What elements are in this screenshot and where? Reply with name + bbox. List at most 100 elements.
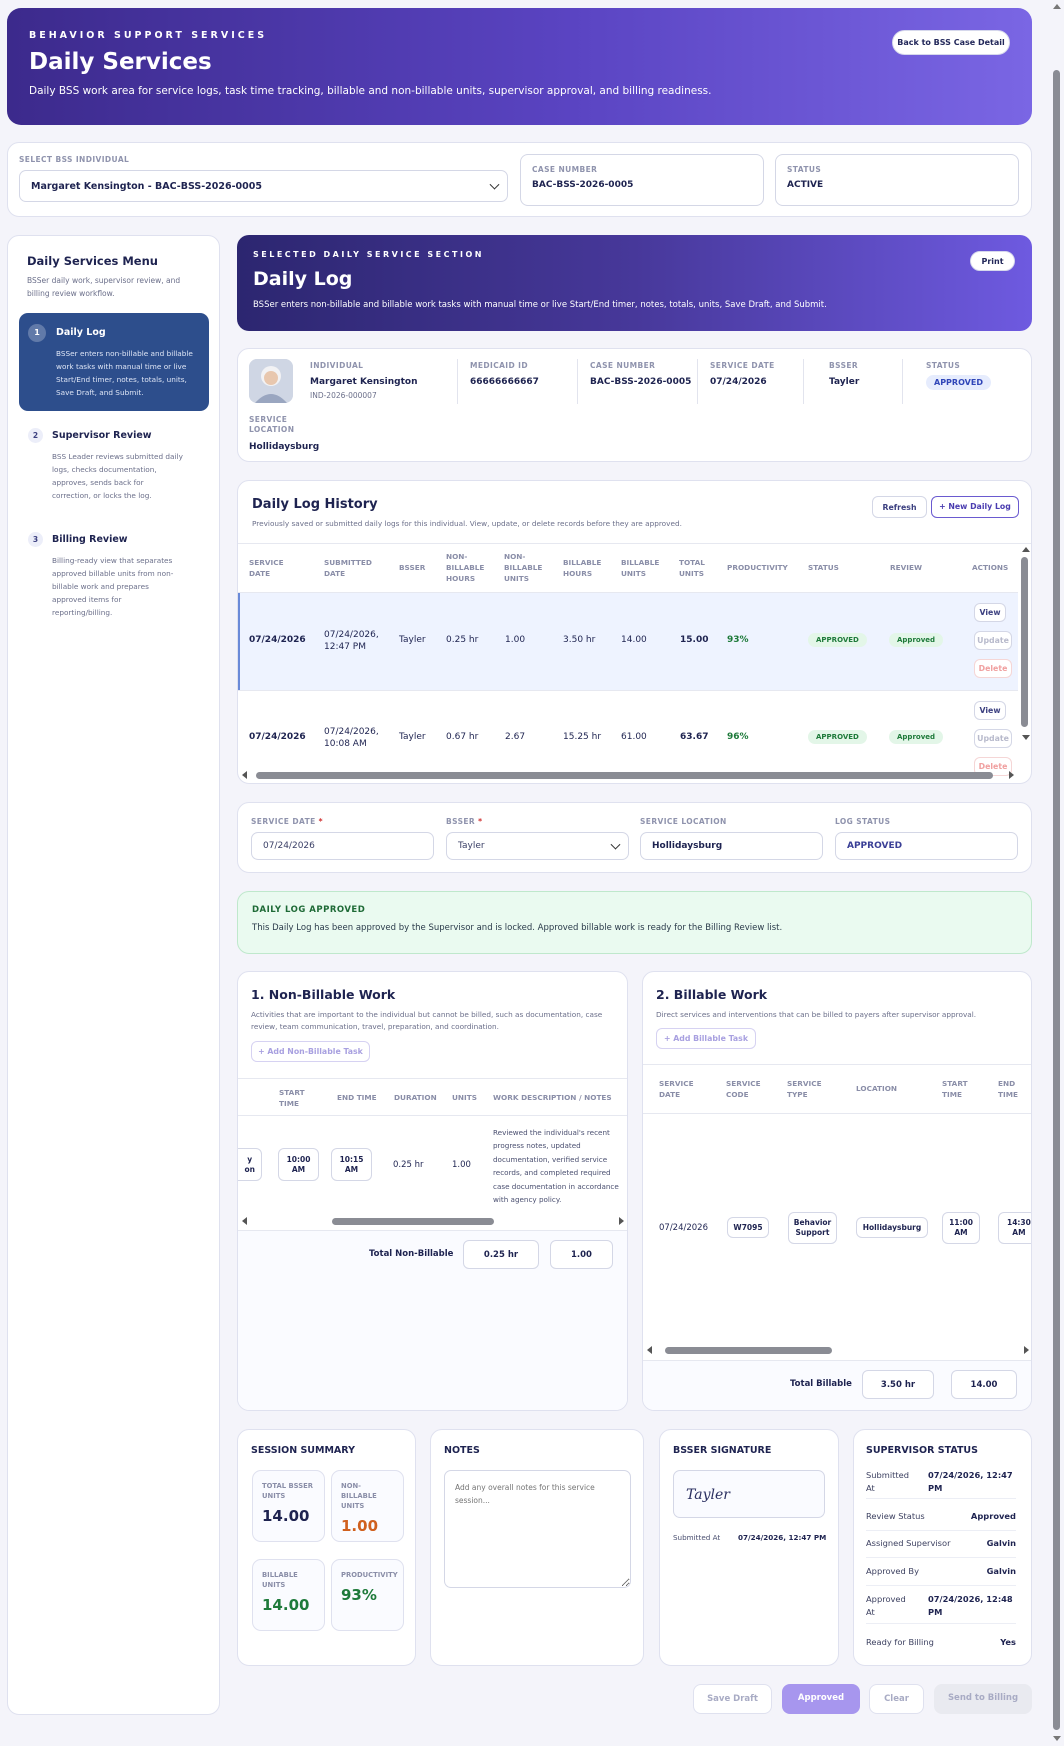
non-billable-horizontal-scrollbar[interactable] — [240, 1215, 626, 1227]
menu-item-billing-review[interactable]: 3 Billing Review Billing-ready view that… — [18, 532, 188, 617]
daily-services-menu: Daily Services Menu BSSer daily work, su… — [7, 235, 220, 1715]
col-duration: DURATION — [394, 1093, 437, 1102]
col-notes: WORK DESCRIPTION / NOTES — [493, 1093, 612, 1102]
start-time-chip[interactable]: 11:00 AM — [942, 1212, 980, 1244]
service-date-label: SERVICE DATE * — [251, 817, 323, 826]
refresh-button[interactable]: Refresh — [872, 496, 927, 518]
col-review: REVIEW — [890, 563, 922, 572]
add-non-billable-button[interactable]: + Add Non-Billable Task — [251, 1041, 370, 1062]
supervisor-row-approved-at: Approved At 07/24/2026, 12:48 PM — [866, 1593, 1016, 1624]
status-box: STATUS ACTIVE — [775, 154, 1019, 206]
divider — [902, 359, 903, 404]
individual-select[interactable]: Margaret Kensington - BAC-BSS-2026-0005 — [19, 170, 508, 202]
back-to-case-button[interactable]: Back to BSS Case Detail — [892, 30, 1010, 55]
row-submitted: 07/24/2026, 10:08 AM — [324, 727, 379, 749]
productivity-value: 93% — [341, 1586, 377, 1604]
case-field: CASE NUMBER BAC-BSS-2026-0005 — [590, 361, 691, 387]
save-draft-button[interactable]: Save Draft — [693, 1684, 772, 1714]
history-vertical-scrollbar[interactable] — [1019, 547, 1030, 741]
location-chip[interactable]: Hollidaysburg — [856, 1217, 928, 1238]
case-value: BAC-BSS-2026-0005 — [590, 377, 692, 387]
menu-item-desc: Billing-ready view that separates approv… — [52, 556, 174, 617]
bsser-label: BSSER * — [446, 817, 483, 826]
update-button[interactable]: Update — [974, 729, 1012, 748]
table-row[interactable]: 07/24/2026 07/24/2026, 10:08 AM Tayler 0… — [238, 691, 1018, 777]
selector-label: SELECT BSS INDIVIDUAL — [19, 155, 130, 164]
supervisor-row-submitted: Submitted At 07/24/2026, 12:47 PM — [866, 1469, 1016, 1499]
add-billable-button[interactable]: + Add Billable Task — [656, 1028, 756, 1049]
total-non-billable-units: 1.00 — [550, 1240, 613, 1269]
status-field: STATUS APPROVED — [926, 361, 991, 390]
service-date-input[interactable]: 07/24/2026 — [251, 832, 434, 860]
col-location: LOCATION — [856, 1084, 898, 1093]
view-button[interactable]: View — [974, 701, 1006, 720]
col-productivity: PRODUCTIVITY — [727, 563, 788, 572]
update-button[interactable]: Update — [974, 631, 1012, 650]
delete-button[interactable]: Delete — [974, 659, 1012, 678]
divider — [803, 359, 804, 404]
service-location-input[interactable]: Hollidaysburg — [640, 832, 823, 860]
row-bsser: Tayler — [399, 732, 426, 742]
signature-submitted-label: Submitted At — [673, 1533, 721, 1542]
menu-item-supervisor-review[interactable]: 2 Supervisor Review BSS Leader reviews s… — [18, 428, 188, 512]
menu-item-number: 2 — [28, 428, 43, 443]
table-row[interactable]: 07/24/2026 07/24/2026, 12:47 PM Tayler 0… — [238, 593, 1018, 690]
divider — [643, 1064, 1031, 1065]
notes-textarea[interactable] — [444, 1470, 631, 1588]
service-date-value: 07/24/2026 — [710, 377, 767, 387]
menu-item-number: 1 — [28, 324, 46, 342]
col-end-time: END TIME — [337, 1093, 377, 1102]
daily-log-history-card: Daily Log History Previously saved or su… — [237, 480, 1032, 784]
bsser-select[interactable]: Tayler — [446, 832, 629, 860]
service-code-chip[interactable]: W7095 — [727, 1217, 769, 1238]
new-daily-log-button[interactable]: + New Daily Log — [931, 496, 1019, 518]
supervisor-status-card: SUPERVISOR STATUS Submitted At 07/24/202… — [853, 1429, 1032, 1666]
send-to-billing-button[interactable]: Send to Billing — [934, 1684, 1032, 1714]
section-subtitle: BSSer enters non-billable and billable w… — [253, 300, 827, 310]
col-service-date: SERVICE DATE — [249, 558, 284, 578]
row-status-badge: APPROVED — [808, 633, 867, 647]
billable-horizontal-scrollbar[interactable] — [645, 1344, 1031, 1356]
total-units-value: 14.00 — [262, 1507, 310, 1525]
col-b-units: BILLABLE UNITS — [621, 558, 660, 578]
view-button[interactable]: View — [974, 603, 1006, 622]
row-nb-units: 2.67 — [505, 732, 526, 742]
task-type-chip[interactable]: y on — [238, 1148, 262, 1181]
row-nb-units: 1.00 — [505, 635, 526, 645]
row-review-badge: Approved — [889, 730, 944, 744]
history-horizontal-scrollbar[interactable] — [240, 769, 1016, 781]
end-time-chip[interactable]: 10:15 AM — [331, 1148, 372, 1181]
individual-name: Margaret Kensington — [310, 377, 418, 387]
bsser-field: BSSER Tayler — [829, 361, 859, 387]
page-scrollbar[interactable] — [1049, 0, 1064, 1746]
row-service-date: 07/24/2026 — [249, 635, 306, 645]
service-type-chip[interactable]: Behavior Support — [788, 1212, 837, 1244]
menu-item-desc: BSS Leader reviews submitted daily logs,… — [52, 452, 183, 500]
menu-item-daily-log[interactable]: 1 Daily Log BSSer enters non-billable an… — [19, 313, 209, 411]
col-total-units: TOTAL UNITS — [679, 558, 705, 578]
row-total: 15.00 — [680, 635, 709, 645]
individual-id: IND-2026-000007 — [310, 391, 377, 400]
row-b-hours: 15.25 hr — [563, 732, 602, 742]
row-b-units: 61.00 — [621, 732, 647, 742]
menu-item-title: Supervisor Review — [52, 430, 152, 441]
chevron-down-icon — [489, 179, 500, 190]
divider — [643, 1113, 1031, 1114]
divider — [697, 359, 698, 404]
approved-button[interactable]: Approved — [782, 1684, 860, 1714]
start-time-chip[interactable]: 10:00 AM — [278, 1148, 319, 1181]
menu-item-title: Daily Log — [56, 327, 106, 338]
medicaid-value: 66666666667 — [470, 377, 539, 387]
approved-banner-title: DAILY LOG APPROVED — [252, 905, 366, 915]
individual-info-card: INDIVIDUAL Margaret Kensington IND-2026-… — [237, 348, 1032, 462]
row-productivity: 93% — [727, 635, 749, 645]
print-button[interactable]: Print — [970, 251, 1015, 271]
clear-button[interactable]: Clear — [869, 1684, 924, 1714]
case-number-label: CASE NUMBER — [532, 165, 598, 174]
end-time-chip[interactable]: 14:30 AM — [998, 1212, 1031, 1244]
individual-selector-card: SELECT BSS INDIVIDUAL Margaret Kensingto… — [7, 142, 1032, 217]
menu-item-number: 3 — [28, 532, 43, 547]
col-bsser: BSSER — [399, 563, 426, 572]
col-service-code: SERVICE CODE — [726, 1079, 761, 1099]
avatar — [249, 359, 293, 403]
